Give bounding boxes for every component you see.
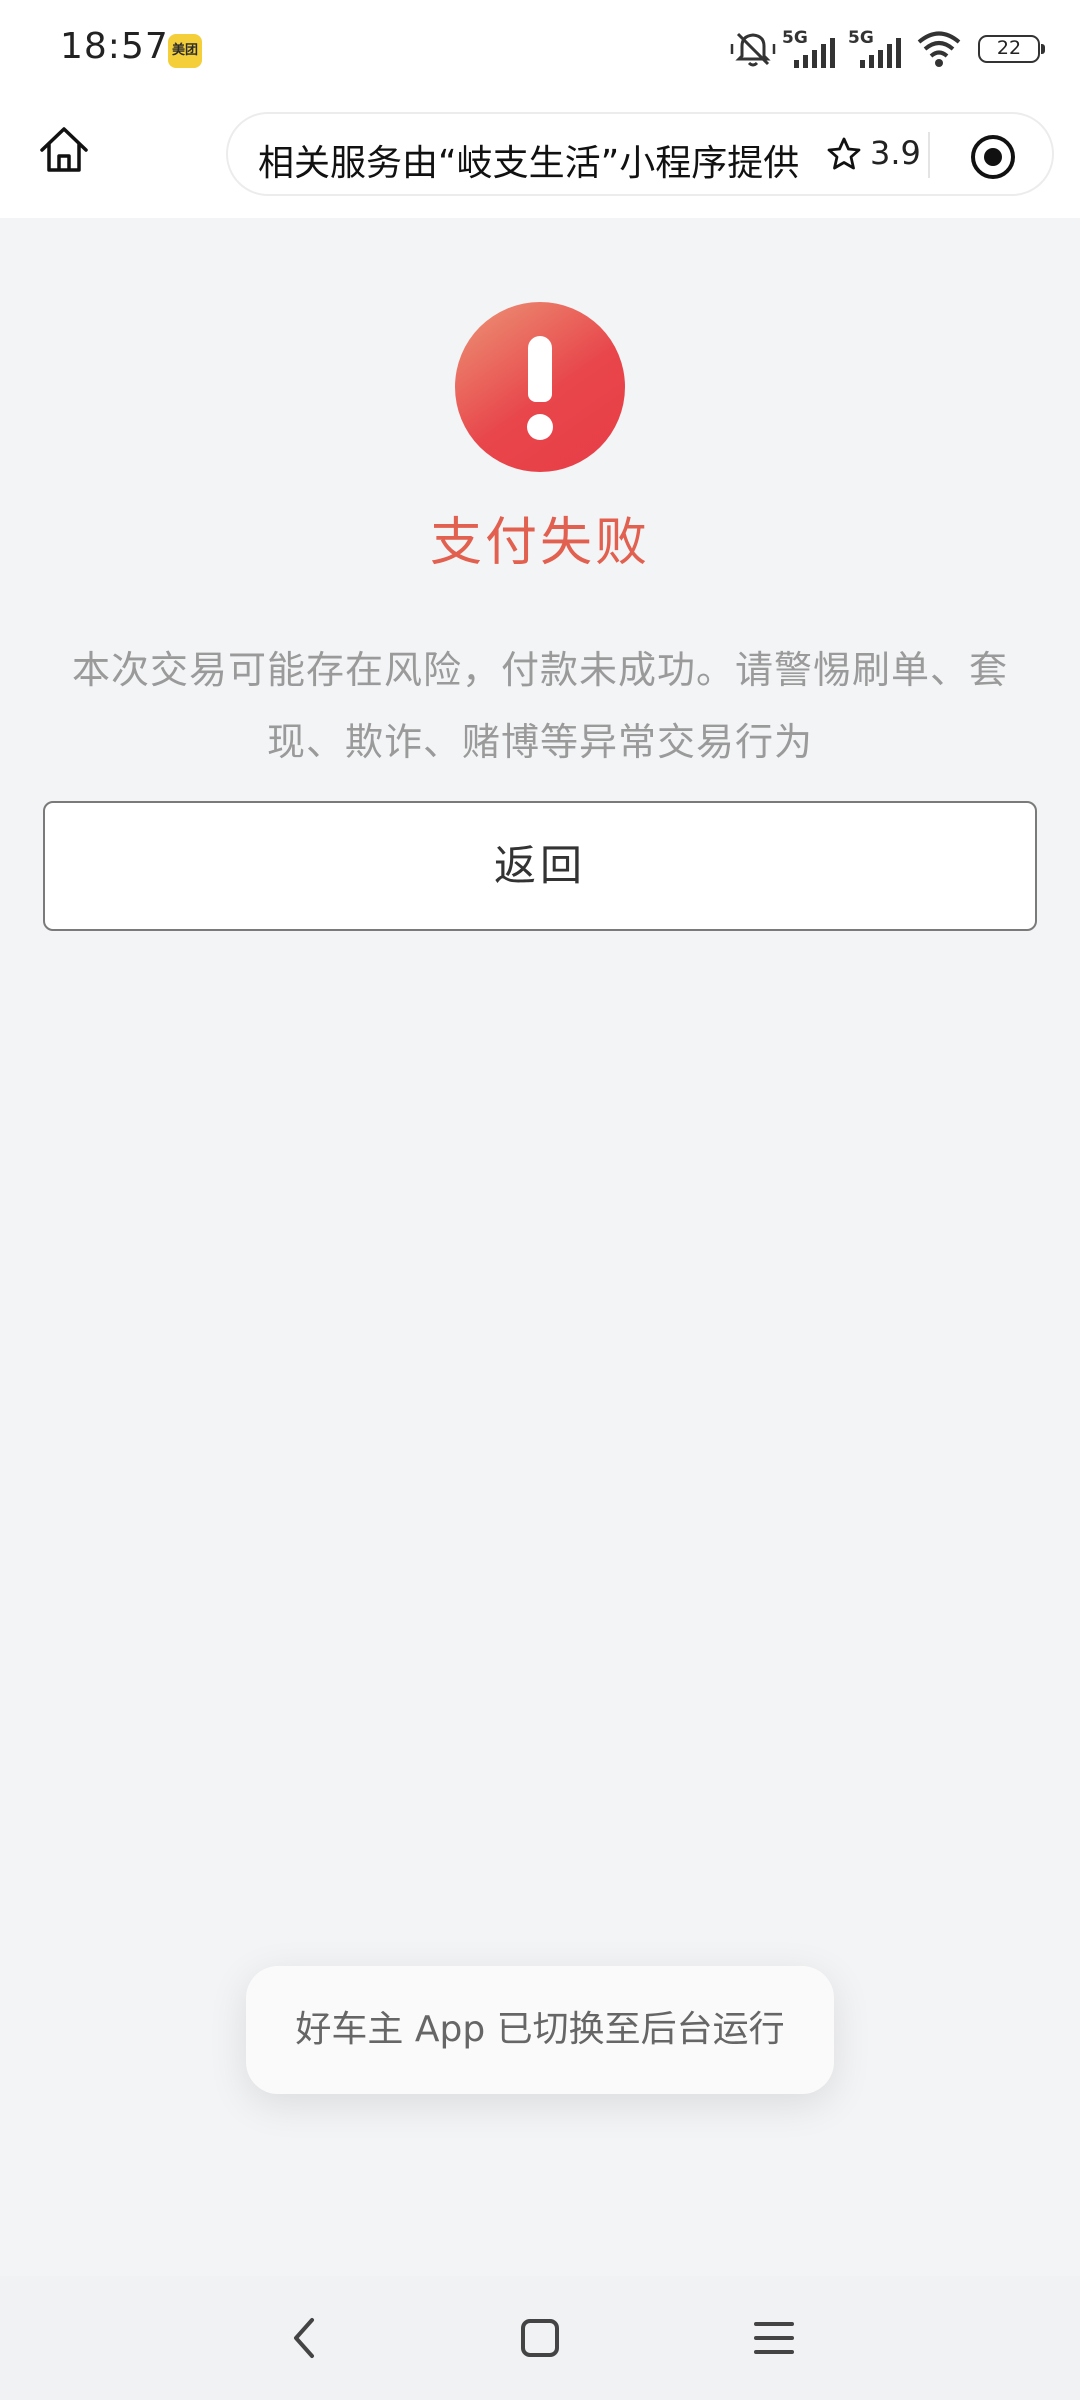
risk-warning-text: 本次交易可能存在风险，付款未成功。请警惕刷单、套现、欺诈、赌博等异常交易行为 (71, 648, 1008, 764)
svg-text:5G: 5G (848, 28, 874, 48)
system-navigation-bar (0, 2276, 1080, 2400)
status-time: 18:57 (60, 26, 169, 67)
svg-text:5G: 5G (782, 28, 808, 48)
back-button[interactable]: 返回 (43, 801, 1037, 931)
exclamation-dot (527, 414, 553, 440)
capsule-divider (928, 132, 930, 178)
signal-5g-icon: 5G (782, 28, 835, 68)
exclamation-bar (528, 336, 552, 402)
mini-program-nav-bar: 相关服务由“岐支生活”小程序提供 3.9 (0, 100, 1080, 218)
status-icons: 5G 5G 22 (730, 26, 1045, 76)
close-mini-program-icon[interactable] (968, 132, 1018, 182)
payment-failed-title: 支付失败 (429, 513, 650, 573)
back-icon[interactable] (282, 2314, 330, 2362)
menu-icon[interactable] (750, 2314, 798, 2362)
status-bar: 18:57 美团 5G 5G 22 (0, 0, 1080, 100)
home-square-icon[interactable] (516, 2314, 564, 2362)
meituan-app-badge: 美团 (168, 34, 202, 68)
service-provider-capsule[interactable]: 相关服务由“岐支生活”小程序提供 3.9 (226, 112, 1054, 196)
rating-value: 3.9 (870, 134, 921, 172)
signal-5g-icon: 5G (848, 28, 901, 68)
service-provider-text: 相关服务由“岐支生活”小程序提供 (258, 143, 800, 184)
battery-icon: 22 (978, 35, 1045, 63)
home-icon[interactable] (34, 120, 94, 180)
background-run-toast: 好车主 App 已切换至后台运行 (246, 1966, 834, 2094)
wifi-icon (917, 31, 961, 67)
mute-icon (730, 32, 776, 67)
star-icon (827, 137, 861, 170)
error-exclamation-icon (455, 302, 625, 472)
